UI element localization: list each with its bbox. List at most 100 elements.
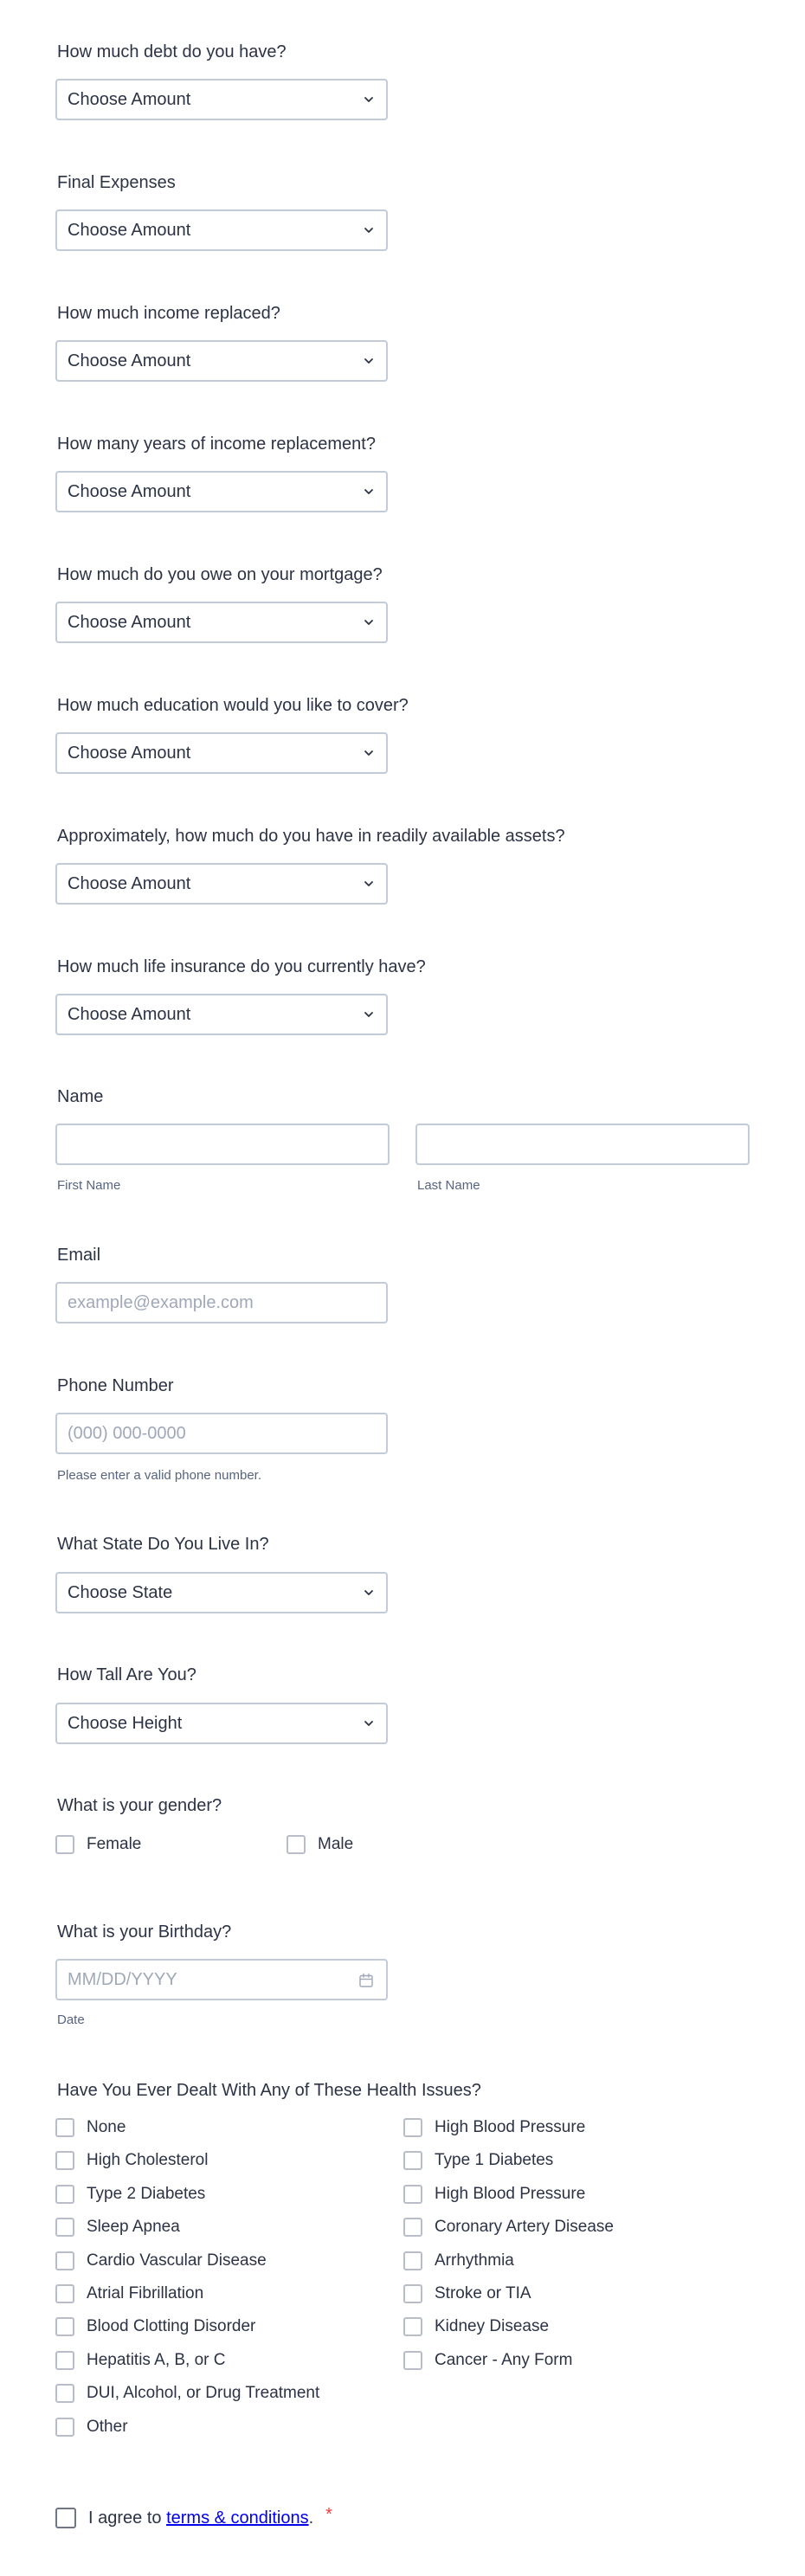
- phone-field[interactable]: (000) 000-0000: [55, 1413, 388, 1454]
- health-checkbox[interactable]: [55, 2384, 74, 2404]
- health-option[interactable]: High Blood Pressure: [403, 2117, 585, 2138]
- last-name-input[interactable]: [415, 1124, 750, 1165]
- required-asterisk: *: [325, 2504, 332, 2524]
- health-option[interactable]: Stroke or TIA: [403, 2283, 531, 2304]
- health-option-label: Type 1 Diabetes: [435, 2151, 554, 2170]
- health-checkbox[interactable]: [403, 2350, 422, 2370]
- health-option[interactable]: DUI, Alcohol, or Drug Treatment: [55, 2383, 319, 2404]
- amount-select-value: Choose Amount: [68, 743, 191, 763]
- amount-question-label: How much income replaced?: [57, 304, 280, 323]
- amount-select[interactable]: Choose Amount: [55, 340, 388, 382]
- health-checkbox[interactable]: [403, 2218, 422, 2238]
- health-option[interactable]: Cardio Vascular Disease: [55, 2251, 267, 2271]
- amount-question-label: Final Expenses: [57, 173, 176, 192]
- amount-question-label: How much life insurance do you currently…: [57, 957, 426, 976]
- health-option[interactable]: None: [55, 2117, 126, 2138]
- birthday-sublabel: Date: [57, 2012, 85, 2027]
- health-option-label: Other: [87, 2417, 128, 2436]
- terms-prefix: I agree to: [88, 2508, 167, 2528]
- health-checkbox[interactable]: [55, 2251, 74, 2270]
- amount-select[interactable]: Choose Amount: [55, 209, 388, 251]
- amount-select[interactable]: Choose Amount: [55, 79, 388, 120]
- health-option[interactable]: Type 2 Diabetes: [55, 2184, 205, 2205]
- amount-select-value: Choose Amount: [68, 612, 191, 632]
- phone-label: Phone Number: [57, 1376, 174, 1395]
- gender-option-female[interactable]: Female: [55, 1834, 141, 1855]
- chevron-down-icon: [364, 228, 373, 233]
- terms-agreement: I agree to terms & conditions. *: [55, 2504, 332, 2529]
- health-checkbox[interactable]: [55, 2118, 74, 2137]
- gender-option-label: Female: [87, 1835, 142, 1853]
- female-checkbox[interactable]: [55, 1835, 74, 1854]
- health-checkbox[interactable]: [55, 2317, 74, 2337]
- amount-select[interactable]: Choose Amount: [55, 471, 388, 512]
- health-option-label: Atrial Fibrillation: [87, 2284, 204, 2302]
- amount-select[interactable]: Choose Amount: [55, 994, 388, 1035]
- health-checkbox[interactable]: [55, 2218, 74, 2238]
- first-name-input[interactable]: [55, 1124, 390, 1165]
- health-option-label: DUI, Alcohol, or Drug Treatment: [87, 2384, 320, 2403]
- amount-select-value: Choose Amount: [68, 351, 191, 370]
- health-option-label: Cardio Vascular Disease: [87, 2251, 267, 2270]
- health-checkbox[interactable]: [403, 2118, 422, 2137]
- last-name-sublabel: Last Name: [417, 1178, 480, 1193]
- health-option[interactable]: Other: [55, 2417, 128, 2438]
- state-select-value: Choose State: [68, 1582, 173, 1602]
- terms-checkbox[interactable]: [55, 2508, 76, 2528]
- health-checkbox[interactable]: [55, 2284, 74, 2303]
- health-checkbox[interactable]: [55, 2184, 74, 2204]
- amount-select[interactable]: Choose Amount: [55, 602, 388, 643]
- health-checkbox[interactable]: [403, 2251, 422, 2270]
- birthday-placeholder: MM/DD/YYYY: [68, 1969, 177, 1989]
- health-option[interactable]: Coronary Artery Disease: [403, 2217, 614, 2238]
- health-checkbox[interactable]: [55, 2417, 74, 2437]
- calendar-icon[interactable]: [358, 1973, 374, 1988]
- health-option[interactable]: Hepatitis A, B, or C: [55, 2350, 226, 2371]
- first-name-sublabel: First Name: [57, 1178, 121, 1193]
- name-label: Name: [57, 1087, 104, 1106]
- health-option[interactable]: High Cholesterol: [55, 2150, 208, 2171]
- amount-select[interactable]: Choose Amount: [55, 732, 388, 774]
- health-checkbox[interactable]: [403, 2184, 422, 2204]
- health-option[interactable]: Cancer - Any Form: [403, 2350, 572, 2371]
- email-label: Email: [57, 1246, 101, 1265]
- health-option-label: Arrhythmia: [435, 2251, 514, 2270]
- gender-option-male[interactable]: Male: [287, 1834, 353, 1855]
- chevron-down-icon: [364, 1721, 373, 1726]
- health-option[interactable]: Sleep Apnea: [55, 2217, 180, 2238]
- health-option[interactable]: Atrial Fibrillation: [55, 2283, 203, 2304]
- birthday-label: What is your Birthday?: [57, 1922, 232, 1942]
- height-select-value: Choose Height: [68, 1713, 183, 1733]
- birthday-field[interactable]: MM/DD/YYYY: [55, 1959, 388, 2000]
- height-label: How Tall Are You?: [57, 1665, 196, 1684]
- chevron-down-icon: [364, 1012, 373, 1017]
- terms-link[interactable]: terms & conditions: [166, 2508, 309, 2528]
- gender-option-label: Male: [318, 1835, 354, 1853]
- amount-question-label: How many years of income replacement?: [57, 435, 376, 454]
- amount-question-label: Approximately, how much do you have in r…: [57, 827, 565, 846]
- health-option-label: High Cholesterol: [87, 2151, 209, 2170]
- health-option[interactable]: Arrhythmia: [403, 2251, 514, 2271]
- health-option[interactable]: Type 1 Diabetes: [403, 2150, 553, 2171]
- health-checkbox[interactable]: [55, 2350, 74, 2370]
- health-option[interactable]: Blood Clotting Disorder: [55, 2316, 255, 2337]
- health-option-label: Coronary Artery Disease: [435, 2218, 614, 2237]
- health-checkbox[interactable]: [55, 2151, 74, 2171]
- health-option[interactable]: Kidney Disease: [403, 2316, 549, 2337]
- health-option-label: Kidney Disease: [435, 2317, 550, 2336]
- health-checkbox[interactable]: [403, 2317, 422, 2337]
- phone-hint: Please enter a valid phone number.: [57, 1468, 261, 1483]
- male-checkbox[interactable]: [287, 1835, 306, 1854]
- state-label: What State Do You Live In?: [57, 1535, 269, 1554]
- health-checkbox[interactable]: [403, 2284, 422, 2303]
- health-option-label: Sleep Apnea: [87, 2218, 180, 2237]
- health-option-label: Hepatitis A, B, or C: [87, 2350, 226, 2369]
- health-option-label: High Blood Pressure: [435, 2184, 586, 2203]
- amount-question-label: How much do you owe on your mortgage?: [57, 565, 383, 584]
- amount-select[interactable]: Choose Amount: [55, 863, 388, 905]
- state-select[interactable]: Choose State: [55, 1572, 388, 1613]
- health-option[interactable]: High Blood Pressure: [403, 2184, 585, 2205]
- height-select[interactable]: Choose Height: [55, 1703, 388, 1744]
- health-checkbox[interactable]: [403, 2151, 422, 2171]
- email-field[interactable]: example@example.com: [55, 1282, 388, 1323]
